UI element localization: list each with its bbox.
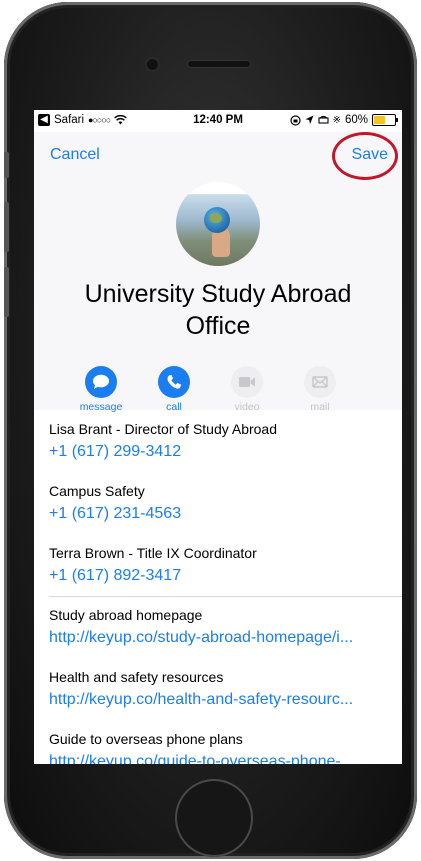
phone-label-3: Terra Brown - Title IX Coordinator xyxy=(49,545,257,561)
earpiece-speaker xyxy=(187,60,251,68)
phone-number-1[interactable]: +1 (617) 299-3412 xyxy=(49,441,394,463)
bluetooth-icon: ※ xyxy=(332,114,341,126)
message-action[interactable]: message xyxy=(76,366,126,413)
url-label-3: Guide to overseas phone plans xyxy=(49,731,243,747)
call-action[interactable]: call xyxy=(149,366,199,413)
call-label: call xyxy=(166,401,182,413)
avatar-globe-land xyxy=(210,213,222,223)
home-button[interactable] xyxy=(175,779,253,857)
url-entry-3[interactable]: Guide to overseas phone plans http://key… xyxy=(49,730,394,764)
phone-number-2[interactable]: +1 (617) 231-4563 xyxy=(49,503,394,525)
url-link-2[interactable]: http://keyup.co/health-and-safety-resour… xyxy=(49,689,394,711)
phone-label-1: Lisa Brant - Director of Study Abroad xyxy=(49,421,277,437)
location-icon xyxy=(305,115,314,124)
phone-entry-3[interactable]: Terra Brown - Title IX Coordinator +1 (6… xyxy=(49,544,394,587)
url-link-3[interactable]: http://keyup.co/guide-to-overseas-phone- xyxy=(49,751,394,764)
contact-header: Cancel Save University Study Abroad Offi… xyxy=(34,132,402,413)
call-button[interactable] xyxy=(158,366,190,398)
status-bar: ◀ Safari ●○○○○ 12:40 PM ※ 60% xyxy=(34,110,402,132)
phone-icon xyxy=(167,375,181,389)
tty-icon xyxy=(318,115,329,124)
battery-percent: 60% xyxy=(344,114,368,126)
contact-avatar[interactable] xyxy=(176,182,260,266)
url-entry-2[interactable]: Health and safety resources http://keyup… xyxy=(49,668,394,711)
video-action: video xyxy=(222,366,272,413)
screen: ◀ Safari ●○○○○ 12:40 PM ※ 60% Cancel Sav… xyxy=(34,110,402,764)
message-bubble-icon xyxy=(93,374,109,389)
battery-icon xyxy=(372,114,398,126)
volume-down-button xyxy=(4,267,9,317)
contact-name-line2: Office xyxy=(185,312,251,340)
message-label: message xyxy=(79,401,123,413)
quick-actions: message call video mail xyxy=(76,366,345,413)
url-entry-1[interactable]: Study abroad homepage http://keyup.co/st… xyxy=(49,606,394,649)
front-camera xyxy=(147,59,158,70)
mail-envelope-icon xyxy=(312,376,328,388)
video-button xyxy=(231,366,263,398)
phone-label-2: Campus Safety xyxy=(49,483,145,499)
video-camera-icon xyxy=(239,377,255,387)
phone-entry-2[interactable]: Campus Safety +1 (617) 231-4563 xyxy=(49,482,394,525)
mail-label: mail xyxy=(310,401,330,413)
section-divider xyxy=(49,596,402,597)
url-label-1: Study abroad homepage xyxy=(49,607,203,623)
battery-level xyxy=(374,116,385,124)
save-button[interactable]: Save xyxy=(352,146,388,164)
status-right: ※ 60% xyxy=(289,114,398,126)
contact-name: University Study Abroad Office xyxy=(34,278,402,342)
message-button[interactable] xyxy=(85,366,117,398)
contact-name-line1: University Study Abroad xyxy=(84,280,352,308)
url-label-2: Health and safety resources xyxy=(49,669,224,685)
mute-switch xyxy=(4,152,9,178)
mail-button xyxy=(304,366,336,398)
url-link-1[interactable]: http://keyup.co/study-abroad-homepage/i.… xyxy=(49,627,394,649)
phone-entry-1[interactable]: Lisa Brant - Director of Study Abroad +1… xyxy=(49,420,394,463)
video-label: video xyxy=(234,401,260,413)
phone-number-3[interactable]: +1 (617) 892-3417 xyxy=(49,565,394,587)
mail-action: mail xyxy=(295,366,345,413)
volume-up-button xyxy=(4,202,9,252)
rotation-lock-icon xyxy=(289,114,301,126)
cancel-button[interactable]: Cancel xyxy=(50,146,100,164)
